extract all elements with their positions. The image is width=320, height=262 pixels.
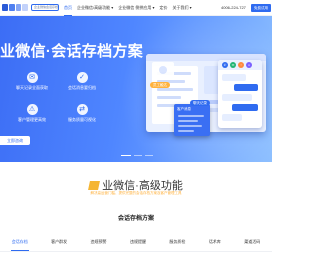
consult-button[interactable]: 立即咨询 — [0, 136, 30, 145]
banner-title: 业微信·会话存档方案 — [0, 43, 143, 60]
features-subheading: 解决高运营门槛、提供完整的会话存档方案及客户管理工具 — [90, 191, 182, 195]
search-input[interactable]: 企业微信会话存档 — [31, 4, 59, 11]
nav-item-wechat-features[interactable]: 企业微信/高级功能 ▾ — [77, 0, 113, 16]
wechat-icon: ✉ — [230, 62, 236, 68]
feature-label: 客户管理更高效 — [18, 117, 46, 122]
feature-customer: ⚠ 客户管理更高效 — [12, 104, 52, 123]
avatar-illustration — [152, 62, 174, 80]
nav-item-home[interactable]: 首页 — [64, 0, 72, 16]
flow-icon: ⇄ — [76, 104, 88, 115]
tab-violation-warning[interactable]: 违规预警 — [90, 236, 108, 251]
carousel-dot-2[interactable] — [134, 155, 142, 156]
mobile-chat-illustration: ✆ ✉ ! ☺ — [218, 60, 262, 128]
feature-label: 服务质量可视化 — [68, 117, 96, 122]
tab-customer-broadcast[interactable]: 客户群发 — [50, 236, 68, 251]
hero-banner: 业微信·会话存档方案 ✉ 聊天记录全面获取 ✓ 会话消息要归档 ⚠ 客户管理更高… — [0, 16, 272, 162]
customer-message-card: 客户消息 — [174, 104, 210, 136]
nav-item-wechat-apps[interactable]: 企业微信 侧拼应用 ▾ — [118, 0, 154, 16]
carousel-dot-1[interactable] — [121, 155, 131, 156]
feature-archive: ✓ 会话消息要归档 — [62, 72, 102, 91]
wecom-icon: ✆ — [222, 62, 228, 68]
tab-chat-archive[interactable]: 会话存档 — [10, 236, 29, 251]
nav-item-pricing[interactable]: 定价 — [160, 0, 168, 16]
staff-reach-tag: 员工触达 — [150, 82, 170, 88]
feature-label: 会话消息要归档 — [68, 85, 96, 90]
feature-chat-record: ✉ 聊天记录全面获取 — [12, 72, 52, 91]
tab-service-qc[interactable]: 服务质检 — [168, 236, 186, 251]
feature-label: 聊天记录全面获取 — [16, 85, 48, 90]
heading-accent-icon — [88, 181, 101, 190]
top-header: 企业微信会话存档 首页 企业微信/高级功能 ▾ 企业微信 侧拼应用 ▾ 定价 关… — [0, 0, 272, 16]
chat-record-badge: 聊天记录 — [190, 100, 210, 106]
nav-item-about[interactable]: 关于我们 ▾ — [173, 0, 192, 16]
tab-violation-reminder[interactable]: 违规提醒 — [129, 236, 147, 251]
card-title: 客户消息 — [177, 107, 191, 111]
user-icon: ☺ — [246, 62, 252, 68]
main-nav: 首页 企业微信/高级功能 ▾ 企业微信 侧拼应用 ▾ 定价 关于我们 ▾ — [64, 0, 192, 16]
solution-tabs: 会话存档 客户群发 违规预警 违规提醒 服务质检 话术库 渠道活码 — [0, 236, 272, 252]
site-logo[interactable] — [2, 3, 28, 12]
hotline-phone: 4006-224-727 — [221, 5, 246, 10]
carousel-dot-3[interactable] — [145, 155, 153, 156]
tab-channel-code[interactable]: 渠道活码 — [243, 236, 261, 251]
tab-script-library[interactable]: 话术库 — [208, 236, 222, 251]
free-trial-button[interactable]: 免费试用 — [251, 4, 271, 12]
solution-title: 会话存档方案 — [117, 216, 154, 222]
carousel-dots — [121, 155, 153, 156]
alert-icon: ! — [238, 62, 244, 68]
risk-icon: ⚠ — [26, 104, 38, 115]
chat-record-icon: ✉ — [26, 72, 38, 83]
feature-quality: ⇄ 服务质量可视化 — [62, 104, 102, 123]
archive-icon: ✓ — [76, 72, 88, 83]
